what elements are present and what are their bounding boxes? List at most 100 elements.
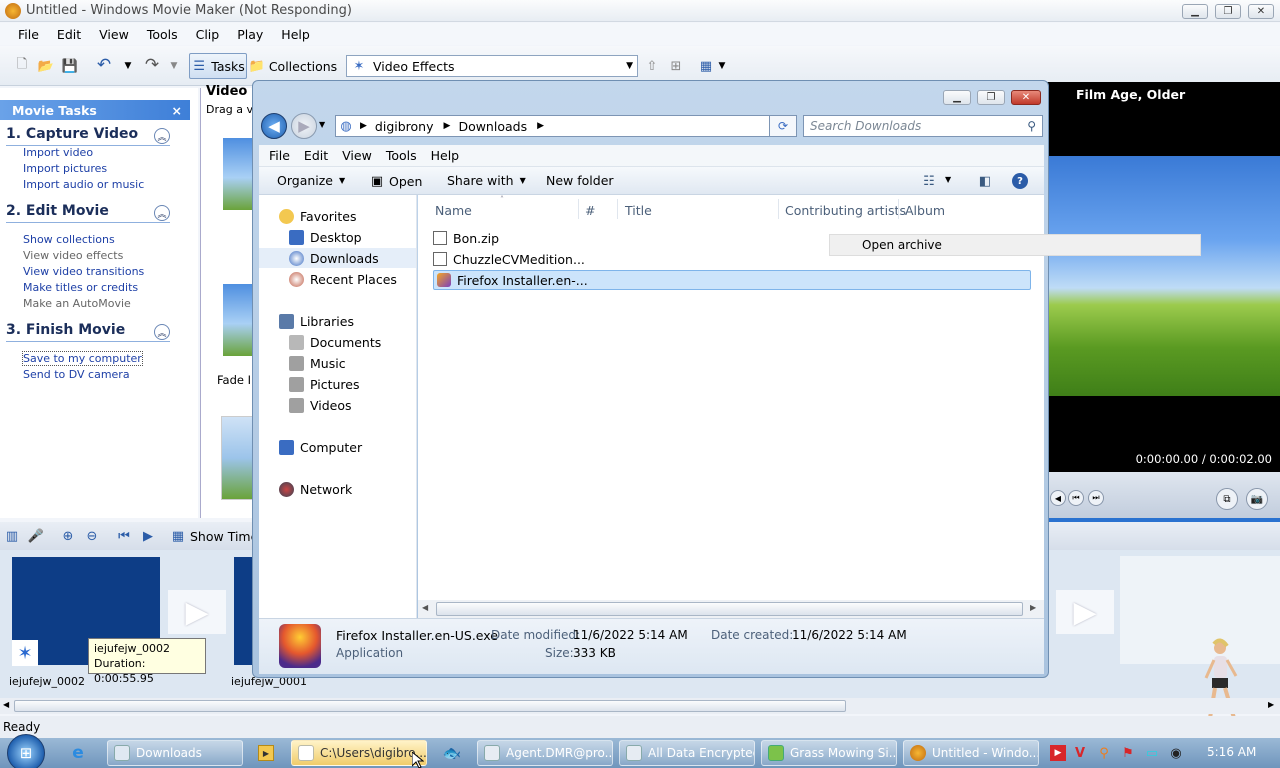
storyboard-scrollbar[interactable]: ◀ ▶ <box>0 698 1280 714</box>
tray-video-icon[interactable]: ▶ <box>1050 745 1066 761</box>
undo-dropdown-icon[interactable]: ▼ <box>120 58 136 74</box>
split-clip-icon[interactable]: ⧉ <box>1216 488 1238 510</box>
up-level-icon[interactable]: ⇧ <box>644 58 660 74</box>
clip-thumbnail[interactable] <box>234 557 254 665</box>
play-storyboard-icon[interactable]: ▶ <box>140 528 156 544</box>
minimize-button[interactable]: ▁ <box>1182 4 1208 19</box>
tray-v-icon[interactable]: V <box>1072 745 1088 761</box>
snapshot-icon[interactable]: 📷 <box>1246 488 1268 510</box>
zoom-in-icon[interactable]: ⊕ <box>60 528 76 544</box>
transition-thumbnail[interactable] <box>223 284 253 356</box>
nav-videos[interactable]: Videos <box>259 395 416 415</box>
menu-file[interactable]: File <box>18 27 39 42</box>
address-bar[interactable]: ◍ ▶ digibrony ▶ Downloads ▶ ▼ <box>335 115 795 137</box>
import-video-link[interactable]: Import video <box>23 146 93 159</box>
tray-search-icon[interactable]: ⚲ <box>1096 745 1112 761</box>
nav-desktop[interactable]: Desktop <box>259 227 416 247</box>
help-icon[interactable]: ? <box>1012 173 1028 189</box>
nav-music[interactable]: Music <box>259 353 416 373</box>
tray-flag-icon[interactable]: ⚑ <box>1120 745 1136 761</box>
narrate-icon[interactable]: 🎤 <box>28 528 44 544</box>
taskbar-item-grass-mowing[interactable]: Grass Mowing Si... <box>761 740 897 766</box>
menu-view[interactable]: View <box>99 27 129 42</box>
explorer-menu-file[interactable]: File <box>269 148 290 163</box>
breadcrumb-downloads[interactable]: Downloads <box>458 119 527 134</box>
forward-arrow-icon[interactable]: ▶ <box>291 113 317 139</box>
explorer-menu-view[interactable]: View <box>342 148 372 163</box>
explorer-menu-edit[interactable]: Edit <box>304 148 328 163</box>
taskbar-item-downloads[interactable]: Downloads <box>107 740 243 766</box>
breadcrumb-user[interactable]: digibrony <box>375 119 434 134</box>
rewind-icon[interactable]: ◀ <box>1050 490 1066 506</box>
transition-thumbnail[interactable] <box>221 416 253 500</box>
share-with-button[interactable]: Share with ▼ <box>447 173 526 188</box>
nav-downloads[interactable]: Downloads <box>259 248 416 268</box>
search-input[interactable]: Search Downloads ⚲ <box>803 115 1043 137</box>
explorer-menu-tools[interactable]: Tools <box>386 148 417 163</box>
import-pictures-link[interactable]: Import pictures <box>23 162 107 175</box>
collapse-icon[interactable]: ︽ <box>154 324 170 340</box>
preview-pane-icon[interactable]: ◧ <box>977 173 993 189</box>
taskbar-item-encrypted[interactable]: All Data Encrypted <box>619 740 755 766</box>
column-title[interactable]: Title <box>625 203 652 218</box>
explorer-menu-help[interactable]: Help <box>431 148 460 163</box>
organize-button[interactable]: Organize ▼ <box>277 173 345 188</box>
redo-dropdown-icon[interactable]: ▼ <box>166 58 182 74</box>
view-dropdown-icon[interactable]: ▼ <box>945 175 951 184</box>
explorer-maximize-button[interactable]: ❐ <box>977 90 1005 105</box>
change-view-icon[interactable]: ☷ <box>921 173 937 189</box>
nav-network[interactable]: Network <box>259 479 416 499</box>
nav-favorites[interactable]: Favorites <box>259 206 416 226</box>
close-button[interactable]: ✕ <box>1248 4 1274 19</box>
recent-pages-icon[interactable]: ▼ <box>319 120 325 129</box>
nav-libraries[interactable]: Libraries <box>259 311 416 331</box>
save-to-computer-link[interactable]: Save to my computer <box>22 351 143 366</box>
new-folder-icon[interactable]: ⊞ <box>668 58 684 74</box>
close-tasks-icon[interactable]: × <box>172 103 182 118</box>
nav-computer[interactable]: Computer <box>259 437 416 457</box>
menu-play[interactable]: Play <box>237 27 263 42</box>
menu-clip[interactable]: Clip <box>196 27 220 42</box>
refresh-icon[interactable]: ⟳ <box>769 115 797 137</box>
section-finish-movie[interactable]: 3. Finish Movie ︽ <box>6 322 170 342</box>
section-capture-video[interactable]: 1. Capture Video ︽ <box>6 126 170 146</box>
explorer-minimize-button[interactable]: ▁ <box>943 90 971 105</box>
scroll-right-icon[interactable]: ▶ <box>1268 700 1274 709</box>
internet-explorer-icon[interactable]: e <box>70 743 86 763</box>
menu-tools[interactable]: Tools <box>147 27 178 42</box>
storyboard-icon[interactable]: ▥ <box>4 528 20 544</box>
taskbar-item-agent[interactable]: Agent.DMR@pro... <box>477 740 613 766</box>
column-number[interactable]: # <box>585 203 595 218</box>
nav-documents[interactable]: Documents <box>259 332 416 352</box>
views-dropdown-icon[interactable]: ▼ <box>714 58 730 74</box>
redo-icon[interactable]: ↷ <box>144 55 160 75</box>
menu-edit[interactable]: Edit <box>57 27 81 42</box>
file-row-selected[interactable]: Firefox Installer.en-... <box>433 270 1031 290</box>
collection-dropdown[interactable]: ✶ Video Effects ▼ <box>346 55 638 77</box>
nav-recent-places[interactable]: Recent Places <box>259 269 416 289</box>
next-frame-icon[interactable]: ⏭ <box>1088 490 1104 506</box>
new-project-icon[interactable]: 🗋 <box>14 57 30 74</box>
tray-disc-icon[interactable]: ◉ <box>1168 745 1184 761</box>
tasks-button[interactable]: ☰ Tasks <box>189 53 247 79</box>
start-button[interactable]: ⊞ <box>7 734 45 768</box>
taskbar-item-command-prompt[interactable]: C:\Users\digibro... <box>291 740 427 766</box>
make-titles-link[interactable]: Make titles or credits <box>23 281 138 294</box>
collections-button[interactable]: 📁 Collections <box>249 53 337 79</box>
scroll-left-icon[interactable]: ◀ <box>3 700 9 709</box>
transition-slot[interactable]: ▶ <box>168 590 226 634</box>
section-edit-movie[interactable]: 2. Edit Movie ︽ <box>6 203 170 223</box>
effect-thumbnail[interactable] <box>223 138 253 210</box>
file-list-scrollbar[interactable]: ◀ ▶ <box>418 600 1044 618</box>
explorer-close-button[interactable]: ✕ <box>1011 90 1041 105</box>
send-to-dv-link[interactable]: Send to DV camera <box>23 368 130 381</box>
new-folder-button[interactable]: New folder <box>546 173 614 188</box>
import-audio-link[interactable]: Import audio or music <box>23 178 144 191</box>
column-album[interactable]: Album <box>905 203 945 218</box>
file-row[interactable]: Bon.zip <box>433 228 753 248</box>
open-project-icon[interactable]: 📂 <box>38 58 54 74</box>
game-icon[interactable]: 🐟 <box>443 744 462 762</box>
menu-help[interactable]: Help <box>281 27 310 42</box>
scroll-left-icon[interactable]: ◀ <box>422 603 428 612</box>
zoom-out-icon[interactable]: ⊖ <box>84 528 100 544</box>
